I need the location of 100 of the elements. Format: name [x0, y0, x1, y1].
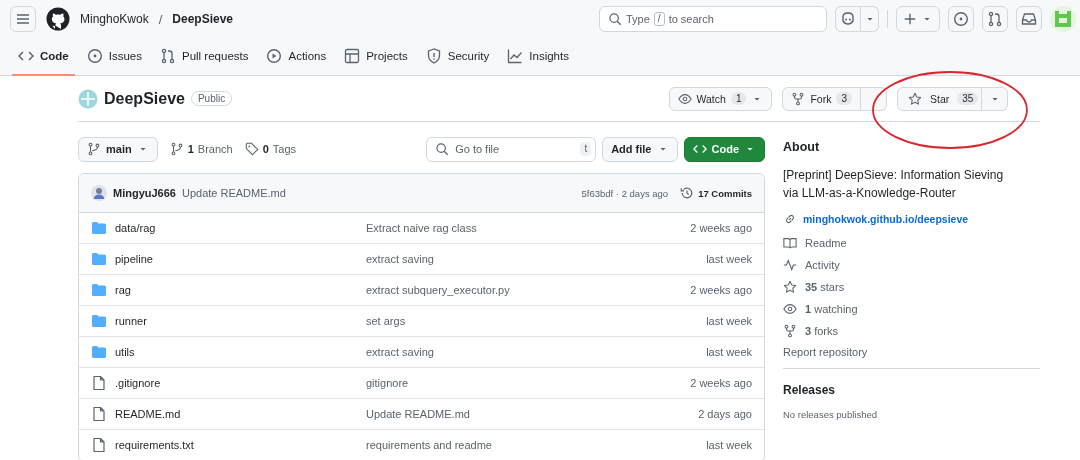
fork-count: 3	[836, 92, 852, 105]
file-name[interactable]: pipeline	[115, 253, 153, 265]
issues-button[interactable]	[948, 6, 974, 32]
plus-icon	[903, 12, 917, 26]
inbox-icon	[1021, 11, 1037, 27]
copilot-button[interactable]	[835, 6, 861, 32]
folder-icon	[91, 282, 107, 298]
search-field[interactable]: Type / to search	[599, 6, 827, 32]
sidebar-link[interactable]: 35 stars	[805, 281, 845, 293]
sidebar-link[interactable]: Activity	[805, 259, 840, 271]
fork-icon	[783, 324, 797, 338]
folder-icon	[91, 313, 107, 329]
file-name[interactable]: data/rag	[115, 222, 156, 234]
go-to-file-field[interactable]: Go to file t	[426, 136, 597, 162]
commit-message[interactable]: Update README.md	[181, 187, 286, 199]
user-avatar-icon	[91, 185, 107, 201]
commit-message[interactable]: gitignore	[366, 377, 409, 389]
file-name[interactable]: .gitignore	[115, 377, 161, 389]
path-separator: /	[158, 11, 163, 27]
table-icon	[344, 48, 361, 64]
circle-dot-icon	[953, 11, 969, 27]
repo-tab[interactable]: Security	[419, 38, 496, 76]
releases-note: No releases published	[783, 409, 878, 420]
circle-dot-icon	[86, 48, 103, 64]
owner-link[interactable]: MinghoKwok	[80, 12, 149, 26]
robot-icon	[840, 11, 856, 27]
file-icon	[91, 437, 107, 453]
commit-message[interactable]: Extract naive rag class	[366, 222, 477, 234]
folder-icon	[91, 344, 107, 360]
branches-link[interactable]: 1 Branch	[169, 142, 233, 156]
create-new-button[interactable]	[896, 6, 940, 32]
pull-requests-button[interactable]	[982, 6, 1008, 32]
branch-selector[interactable]: main	[78, 136, 158, 162]
folder-icon	[91, 220, 107, 236]
file-name[interactable]: utils	[115, 346, 135, 358]
repo-tab[interactable]: Actions	[260, 38, 333, 76]
commit-message[interactable]: Update README.md	[366, 408, 470, 420]
fork-dropdown-button[interactable]	[861, 86, 887, 111]
file-name[interactable]: requirements.txt	[115, 439, 194, 451]
star-count: 35	[957, 92, 979, 105]
commit-time: last week	[706, 253, 752, 265]
repo-link[interactable]: DeepSieve	[172, 12, 234, 26]
star-dropdown-button[interactable]	[982, 86, 1008, 111]
fork-button[interactable]: Fork 3	[782, 86, 861, 111]
commit-author[interactable]: MingyuJ666	[113, 187, 176, 199]
star-icon	[908, 91, 922, 106]
star-button[interactable]: Star 35	[897, 86, 982, 111]
octocat-logo-icon[interactable]	[46, 7, 70, 31]
tags-link[interactable]: 0 Tags	[244, 142, 297, 156]
play-icon	[266, 48, 283, 64]
menu-button[interactable]	[10, 6, 36, 32]
commits-link[interactable]: 17 Commits	[680, 186, 752, 200]
commit-time: 2 weeks ago	[690, 222, 752, 234]
branch-icon	[169, 142, 184, 156]
inbox-button[interactable]	[1016, 6, 1042, 32]
file-icon	[91, 406, 107, 422]
folder-icon	[91, 251, 107, 267]
watch-button[interactable]: Watch 1	[668, 86, 773, 111]
repo-avatar-icon	[78, 88, 98, 109]
commit-hash-time[interactable]: 5f63bdf · 2 days ago	[581, 187, 669, 199]
repo-tab[interactable]: Issues	[80, 38, 148, 76]
file-icon	[91, 375, 107, 391]
repo-tab[interactable]: Pull requests	[154, 38, 255, 76]
repo-description: [Preprint] DeepSieve: Information Sieving via LLM-as-a-Knowledge-Router	[783, 167, 1005, 202]
commit-time: 2 days ago	[698, 408, 752, 420]
commit-time: 2 weeks ago	[690, 284, 752, 296]
tag-icon	[244, 142, 259, 156]
website-link[interactable]: minghokwok.github.io/deepsieve	[803, 213, 969, 225]
add-file-button[interactable]: Add file	[602, 136, 678, 162]
commit-message[interactable]: extract subquery_executor.py	[366, 284, 510, 296]
pull-request-icon	[160, 48, 176, 64]
repo-tab[interactable]: Insights	[501, 38, 575, 76]
file-name[interactable]: rag	[115, 284, 131, 296]
sidebar-link[interactable]: 3 forks	[805, 325, 839, 337]
graph-icon	[507, 48, 524, 64]
commit-message[interactable]: requirements and readme	[366, 439, 492, 451]
book-icon	[783, 236, 797, 250]
menu-icon	[15, 11, 31, 27]
commit-message[interactable]: extract saving	[366, 346, 434, 358]
code-icon	[692, 142, 707, 156]
sidebar-link[interactable]: 1 watching	[805, 303, 858, 315]
shield-icon	[425, 48, 442, 64]
link-icon	[783, 212, 797, 226]
releases-heading[interactable]: Releases	[783, 383, 1040, 397]
history-icon	[680, 186, 695, 200]
repo-tab[interactable]: Code	[12, 38, 75, 76]
commit-time: last week	[706, 315, 752, 327]
search-icon	[435, 142, 450, 156]
report-link[interactable]: Report repository	[783, 346, 1040, 358]
code-button[interactable]: Code	[683, 136, 765, 162]
file-name[interactable]: README.md	[115, 408, 181, 420]
repo-name[interactable]: DeepSieve	[104, 89, 185, 108]
commit-message[interactable]: extract saving	[366, 253, 434, 265]
file-name[interactable]: runner	[115, 315, 147, 327]
pulse-icon	[783, 258, 797, 272]
star-icon	[783, 280, 797, 294]
sidebar-link[interactable]: Readme	[805, 237, 847, 249]
repo-tab[interactable]: Projects	[338, 38, 414, 76]
commit-time: last week	[706, 439, 752, 451]
commit-message[interactable]: set args	[366, 315, 406, 327]
